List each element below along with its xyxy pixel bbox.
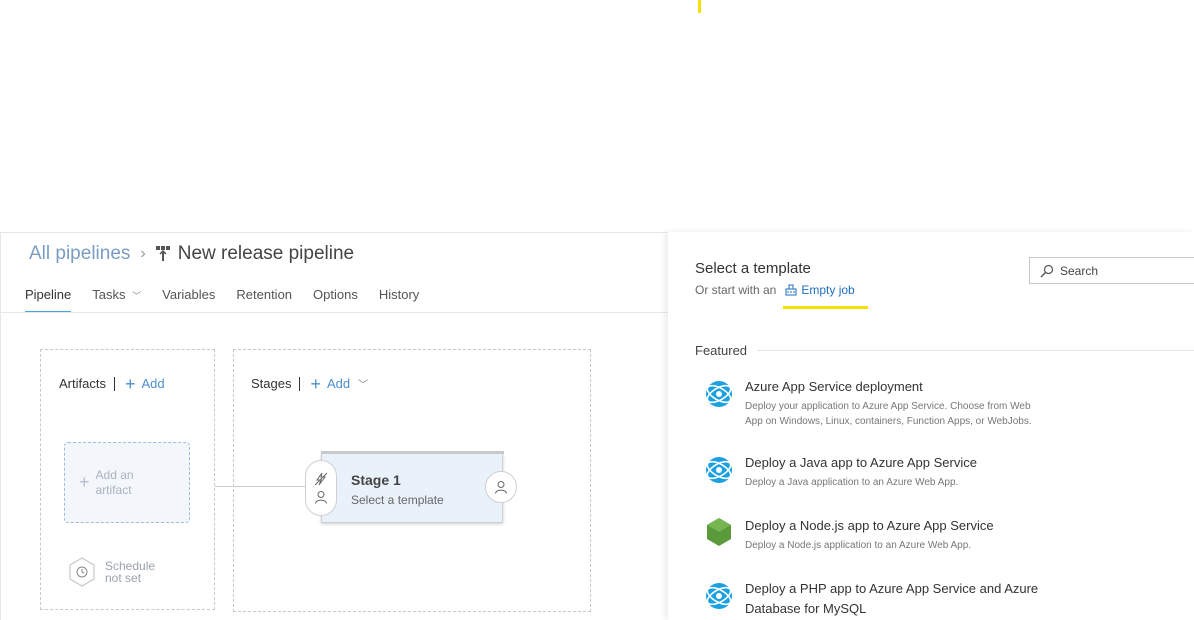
add-stage-button[interactable]: Add [327, 376, 350, 391]
stage-template-link[interactable]: Select a template [351, 493, 444, 507]
empty-job-link[interactable]: Empty job [785, 283, 855, 297]
search-placeholder: Search [1060, 263, 1099, 278]
breadcrumb: All pipelines › New release pipeline [29, 243, 354, 265]
release-pipeline-icon [155, 246, 170, 261]
post-deployment-approvals[interactable] [485, 471, 517, 503]
template-name: Deploy a Node.js app to Azure App Servic… [745, 518, 994, 533]
person-icon [315, 491, 327, 504]
breadcrumb-separator: › [140, 245, 146, 262]
lightning-icon [314, 472, 328, 486]
tab-pipeline[interactable]: Pipeline [25, 287, 72, 313]
tab-retention[interactable]: Retention [236, 287, 292, 313]
highlight-underline [783, 306, 868, 309]
schedule-line2: not set [105, 571, 142, 585]
yellow-marker [698, 0, 701, 13]
stage-card[interactable]: Stage 1 Select a template [321, 451, 504, 523]
artifact-stage-connector [215, 486, 309, 487]
template-panel: Select a template Or start with an Empty… [668, 232, 1194, 620]
tab-history[interactable]: History [379, 287, 419, 313]
pipeline-editor: All pipelines › New release pipeline Pip… [0, 232, 669, 620]
azure-app-service-icon [706, 381, 732, 407]
featured-label: Featured [695, 343, 748, 358]
add-artifact-line1: Add an [95, 467, 134, 482]
schedule-text: Schedule not set [105, 560, 155, 584]
nodejs-icon [707, 518, 731, 546]
add-artifact-card[interactable]: + Add an artifact [64, 442, 190, 523]
template-description: Deploy a Node.js application to an Azure… [745, 540, 972, 551]
pre-deployment-conditions[interactable] [305, 460, 337, 516]
tab-options[interactable]: Options [313, 287, 358, 313]
template-item-java[interactable]: Deploy a Java app to Azure App Service D… [704, 453, 1064, 493]
add-artifact-text: Add an artifact [96, 468, 134, 498]
plus-icon[interactable]: + [310, 375, 321, 393]
template-panel-title: Select a template [695, 260, 811, 277]
template-item-nodejs[interactable]: Deploy a Node.js app to Azure App Servic… [704, 516, 1064, 556]
person-icon [495, 481, 507, 494]
schedule-trigger[interactable]: Schedule not set [67, 557, 155, 587]
page-title: New release pipeline [177, 243, 355, 264]
empty-job-label: Empty job [801, 283, 855, 297]
tab-divider [1, 312, 669, 313]
tab-tasks[interactable]: Tasks ﹀ [92, 287, 141, 313]
tab-tasks-label: Tasks [92, 287, 126, 302]
template-item-azure-app-service[interactable]: Azure App Service deployment Deploy your… [704, 377, 1064, 439]
start-with-row: Or start with an Empty job [695, 283, 855, 297]
template-description: Deploy your application to Azure App Ser… [745, 401, 1032, 427]
stages-heading: Stages [251, 376, 292, 391]
breadcrumb-all-pipelines[interactable]: All pipelines [29, 243, 130, 265]
add-artifact-button[interactable]: Add [141, 376, 164, 391]
divider [299, 376, 301, 391]
artifacts-header: Artifacts + Add [59, 375, 165, 393]
empty-job-icon [785, 284, 797, 296]
featured-heading: Featured [695, 343, 1194, 358]
start-with-text: Or start with an [695, 283, 777, 297]
stage-name: Stage 1 [351, 472, 401, 488]
search-input[interactable]: Search [1029, 257, 1194, 284]
plus-icon[interactable]: + [125, 375, 136, 393]
template-description: Deploy a Java application to an Azure We… [745, 477, 959, 488]
search-icon [1040, 264, 1054, 277]
template-name: Deploy a PHP app to Azure App Service an… [745, 581, 1039, 616]
add-artifact-line2: artifact [95, 482, 132, 497]
divider [113, 376, 115, 391]
chevron-down-icon: ﹀ [132, 291, 142, 301]
plus-icon: + [79, 472, 90, 492]
tab-variables[interactable]: Variables [162, 287, 215, 313]
artifacts-heading: Artifacts [59, 376, 106, 391]
template-item-php-mysql[interactable]: Deploy a PHP app to Azure App Service an… [704, 579, 1064, 620]
clock-icon [69, 557, 95, 587]
chevron-down-icon[interactable]: ﹀ [358, 376, 368, 391]
azure-app-service-icon [706, 457, 732, 483]
stages-header: Stages + Add ﹀ [251, 375, 368, 393]
featured-divider [757, 350, 1194, 351]
tab-bar: Pipeline Tasks ﹀ Variables Retention Opt… [25, 287, 440, 313]
template-name: Azure App Service deployment [745, 379, 923, 394]
azure-app-service-icon [706, 583, 732, 609]
template-name: Deploy a Java app to Azure App Service [745, 455, 977, 470]
